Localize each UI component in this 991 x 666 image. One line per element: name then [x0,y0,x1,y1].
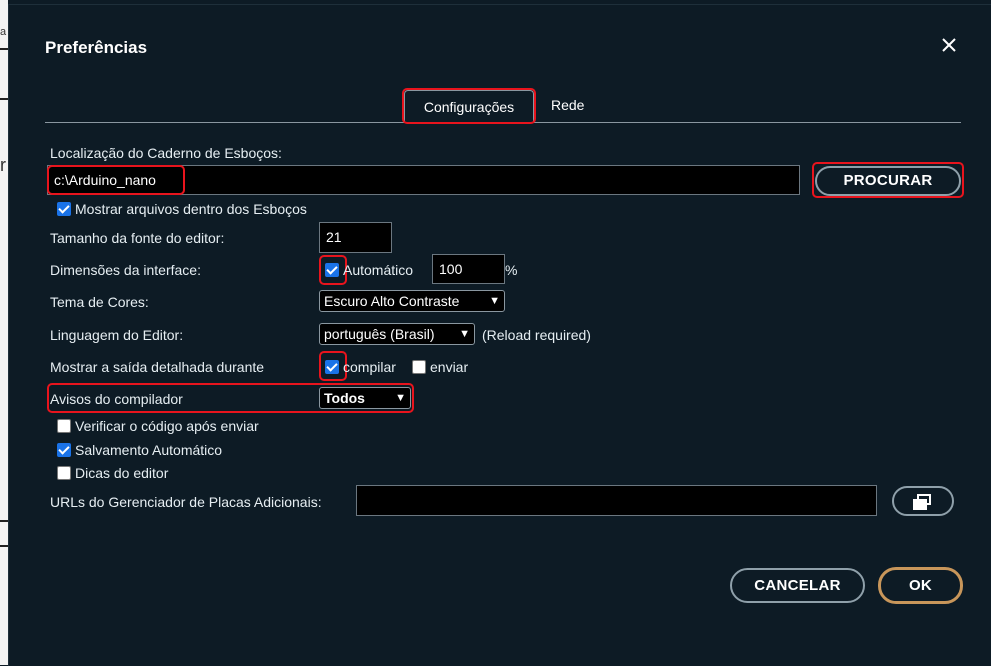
board-urls-label: URLs do Gerenciador de Placas Adicionais… [50,494,322,510]
background-window-edge: a r [0,0,8,665]
language-selected: português (Brasil) [324,326,435,342]
verbose-compile-checkbox[interactable] [325,360,339,374]
compiler-warnings-selected: Todos [324,390,365,406]
font-size-input[interactable]: 21 [319,222,392,253]
close-icon[interactable] [937,33,961,57]
cancel-button[interactable]: CANCELAR [730,568,865,603]
auto-save-checkbox[interactable] [57,443,71,457]
language-reload-note: (Reload required) [482,327,591,343]
browse-button[interactable]: PROCURAR [815,166,961,196]
tab-rede[interactable]: Rede [551,97,584,113]
interface-scale-input[interactable]: 100 [432,254,505,284]
theme-label: Tema de Cores: [50,294,149,310]
interface-scale-value: 100 [439,261,463,277]
background-char: r [0,155,6,175]
tab-configuracoes[interactable]: Configurações [404,90,534,123]
board-urls-edit-button[interactable] [892,486,954,516]
editor-hints-checkbox[interactable] [57,466,71,480]
language-label: Linguagem do Editor: [50,327,184,343]
auto-save-label: Salvamento Automático [75,442,223,458]
interface-auto-checkbox[interactable] [325,263,339,277]
language-select[interactable]: português (Brasil) ▼ [319,323,475,345]
verify-after-upload-checkbox[interactable] [57,419,71,433]
dialog-title: Preferências [45,38,148,57]
show-files-checkbox[interactable] [57,202,71,216]
verbose-label: Mostrar a saída detalhada durante [50,359,265,375]
verbose-compile-label: compilar [343,359,396,375]
background-divider [0,545,8,547]
theme-selected: Escuro Alto Contraste [324,293,460,309]
sketchbook-location-label: Localização do Caderno de Esboços: [50,145,282,161]
editor-hints-label: Dicas do editor [75,465,169,481]
chevron-down-icon: ▼ [459,328,470,340]
compiler-warnings-select[interactable]: Todos ▼ [319,387,411,409]
verbose-upload-checkbox[interactable] [412,360,426,374]
compiler-warnings-label: Avisos do compilador [50,391,183,407]
background-char: a [0,26,7,38]
interface-scale-unit: % [505,262,518,278]
board-urls-input[interactable] [356,485,877,516]
background-divider [0,520,8,522]
ok-button[interactable]: OK [878,567,963,604]
interface-auto-label: Automático [343,262,414,278]
theme-select[interactable]: Escuro Alto Contraste ▼ [319,290,505,312]
show-files-label: Mostrar arquivos dentro dos Esboços [75,201,307,217]
background-divider [0,98,8,100]
preferences-dialog: Preferências Configurações Rede Localiza… [8,4,991,666]
sketchbook-location-input[interactable]: c:\Arduino_nano [47,165,800,195]
font-size-value: 21 [326,229,342,245]
chevron-down-icon: ▼ [489,295,500,307]
interface-scale-label: Dimensões da interface: [50,262,201,278]
open-window-icon [913,494,931,510]
chevron-down-icon: ▼ [395,392,406,404]
verbose-upload-label: enviar [430,359,469,375]
font-size-label: Tamanho da fonte do editor: [50,230,225,246]
verify-after-upload-label: Verificar o código após enviar [75,418,259,434]
background-divider [0,48,8,50]
sketchbook-location-value: c:\Arduino_nano [54,172,156,188]
